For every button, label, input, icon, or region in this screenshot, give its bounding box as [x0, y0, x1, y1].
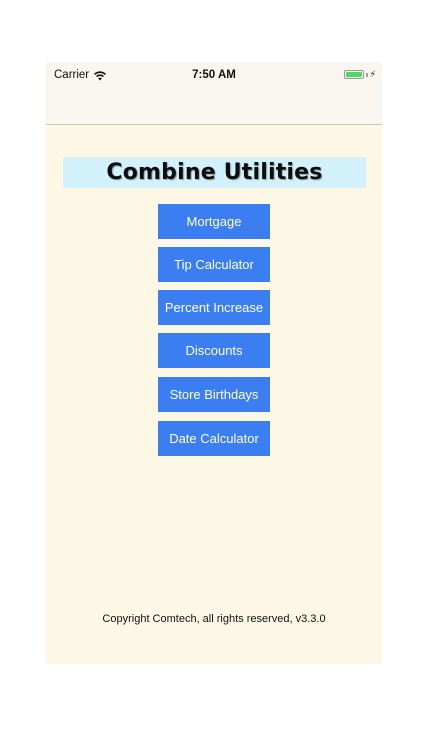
mortgage-button[interactable]: Mortgage [158, 204, 270, 239]
percent-increase-button[interactable]: Percent Increase [158, 290, 270, 325]
status-time: 7:50 AM [192, 69, 236, 81]
battery-icon [343, 70, 364, 79]
copyright-footer: Copyright Comtech, all rights reserved, … [102, 613, 326, 625]
battery-indicator: ⚡ [343, 69, 376, 79]
discounts-button[interactable]: Discounts [158, 333, 270, 368]
title-banner: Combine Utilities [63, 157, 366, 188]
app-screen: Carrier 7:50 AM ⚡ Combine Utilities Mort… [46, 62, 382, 664]
store-birthdays-button[interactable]: Store Birthdays [158, 377, 270, 412]
status-bar: Carrier 7:50 AM ⚡ [46, 62, 382, 90]
page-title: Combine Utilities [106, 160, 323, 185]
tip-calculator-button[interactable]: Tip Calculator [158, 247, 270, 282]
date-calculator-button[interactable]: Date Calculator [158, 421, 270, 456]
bolt-icon: ⚡ [369, 69, 376, 79]
battery-cap [365, 72, 368, 77]
battery-level-fill [345, 72, 362, 77]
utilities-menu: Mortgage Tip Calculator Percent Increase… [158, 204, 270, 456]
